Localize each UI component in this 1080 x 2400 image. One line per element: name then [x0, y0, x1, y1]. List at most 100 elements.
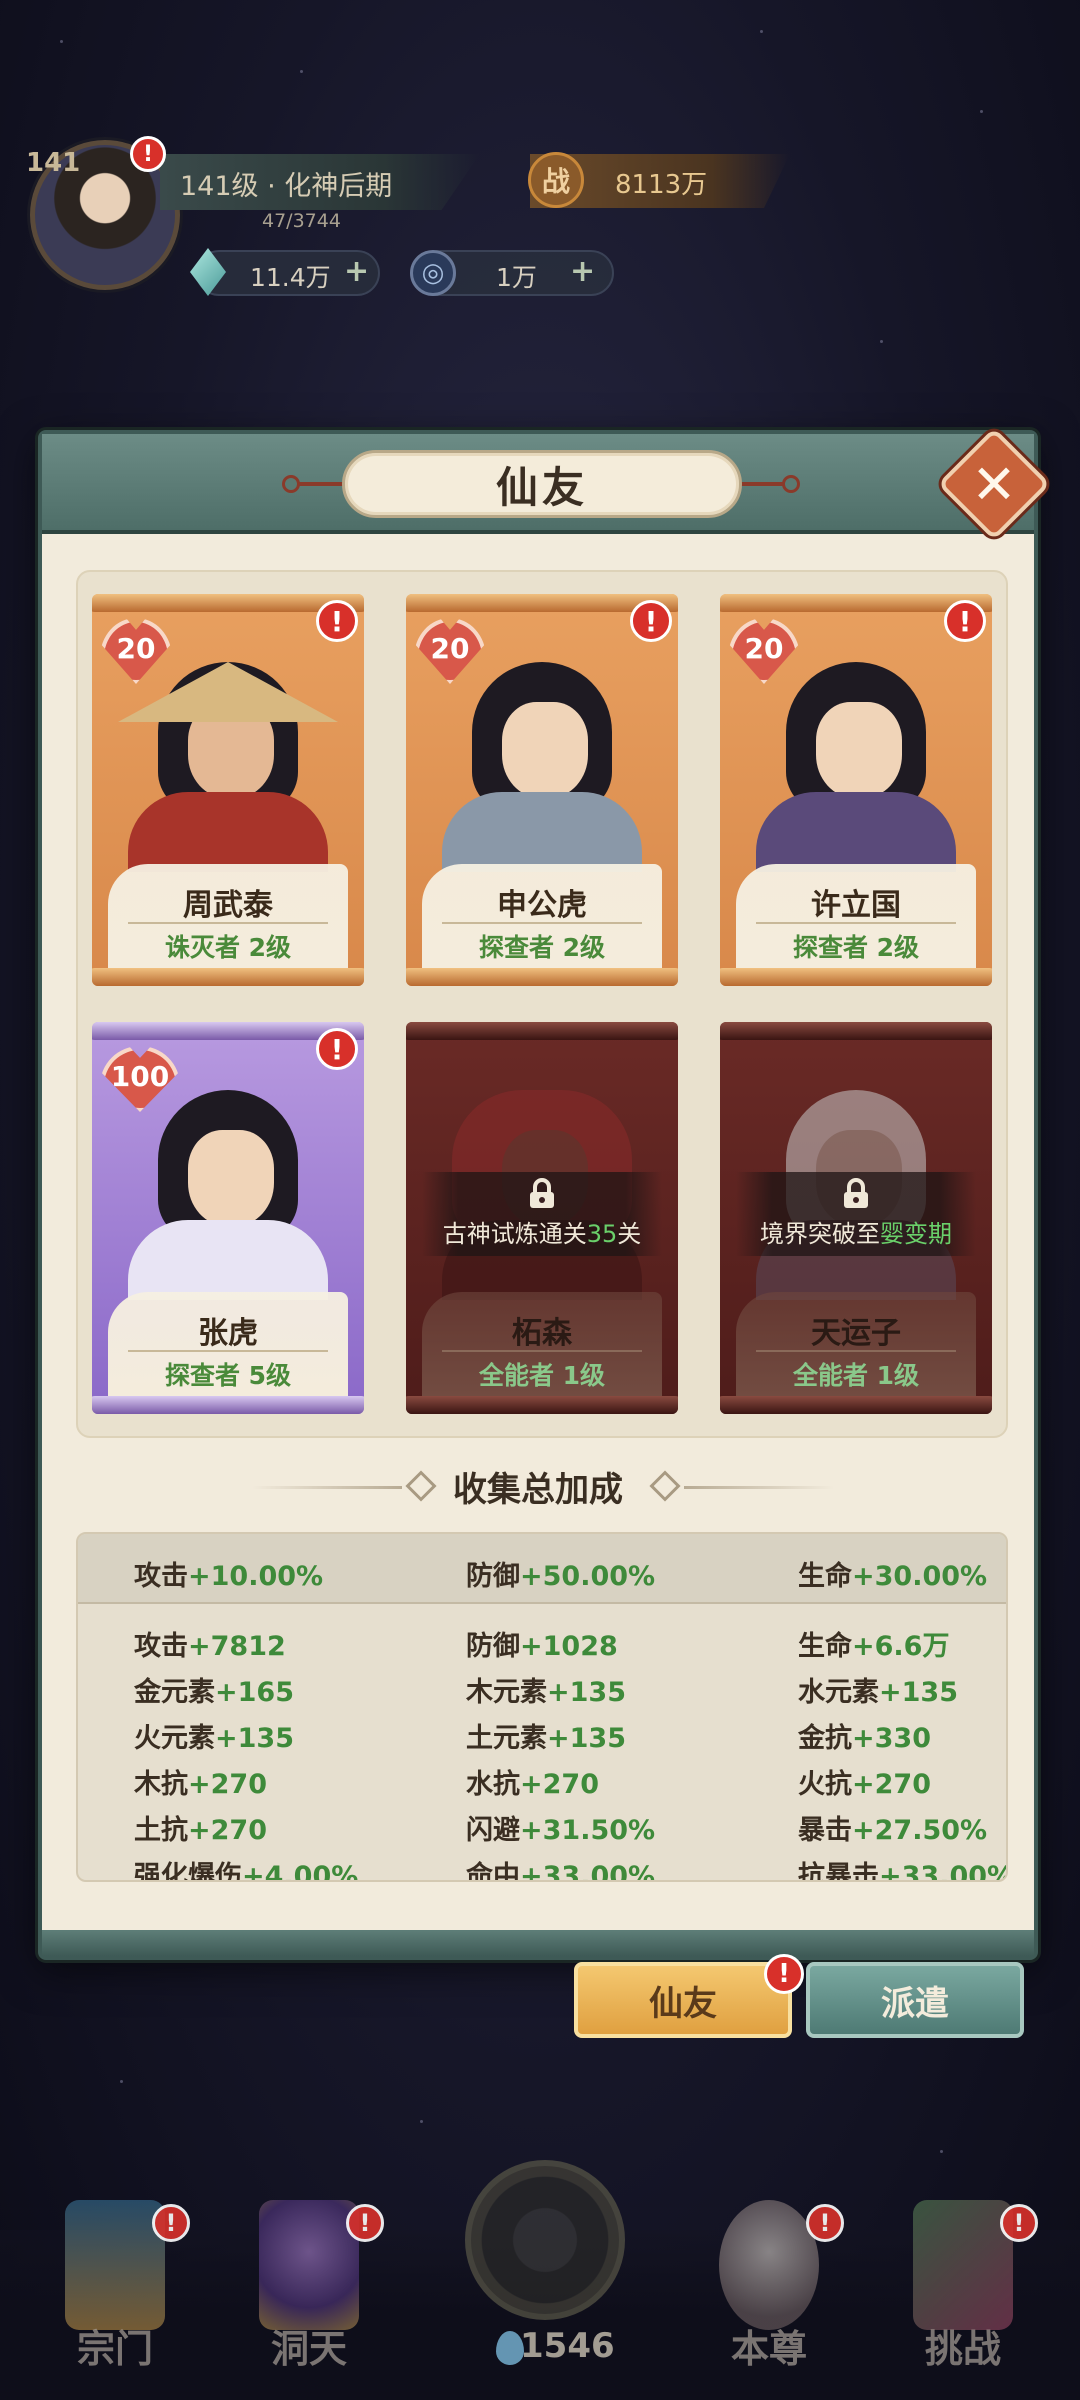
scroll-rod: [720, 1022, 992, 1040]
card-alert-badge: !: [316, 1028, 358, 1070]
gem-add-button[interactable]: +: [344, 254, 369, 289]
decorative-line: [684, 1486, 834, 1489]
companion-name: 张虎: [198, 1316, 258, 1351]
stat-value: +33.00%: [520, 1861, 656, 1882]
stat-value: +30.00%: [852, 1561, 988, 1592]
scroll-rod: [720, 1396, 992, 1414]
bonus-stat: 闪避+31.50%: [466, 1808, 655, 1847]
star: [760, 30, 763, 33]
divider: [128, 922, 328, 924]
nav-item-challenge[interactable]: ! 挑战: [888, 2190, 1038, 2390]
stat-label: 火元素: [134, 1723, 215, 1754]
title-rope-knot-left: [282, 475, 300, 493]
stat-value: +50.00%: [520, 1561, 656, 1592]
companion-name: 申公虎: [497, 888, 587, 923]
card-alert-badge: !: [630, 600, 672, 642]
companion-card[interactable]: 100 ! 张虎 探查者 5级: [92, 1022, 364, 1414]
card-alert-badge: !: [944, 600, 986, 642]
nav-label: 挑战: [924, 2327, 1001, 2371]
stat-label: 强化爆伤: [134, 1861, 242, 1882]
companion-rank: 探查者 2级: [792, 933, 920, 962]
exp-text: 47/3744: [262, 210, 341, 232]
cave-icon: [259, 2200, 359, 2330]
nav-alert-badge: !: [806, 2204, 844, 2242]
affinity-value: 100: [110, 1059, 170, 1093]
stat-value: +27.50%: [852, 1815, 988, 1846]
coin-add-button[interactable]: +: [570, 254, 595, 289]
portrait-robe: [756, 792, 956, 872]
close-icon[interactable]: ✕: [954, 444, 1034, 524]
stat-value: +135: [547, 1723, 626, 1754]
title-scroll: 仙友: [342, 450, 742, 518]
companions-modal: 仙友 ✕ 20 ! 周武泰 诛灭者 2级 20 ! 申公虎 探查者 2级 20 …: [38, 427, 1051, 1960]
name-plate: 柘森 全能者 1级: [422, 1292, 662, 1396]
bonus-section-header: 收集总加成: [42, 1462, 1034, 1512]
nav-center-button[interactable]: [465, 2160, 625, 2320]
bonus-stat: 金抗+330: [798, 1716, 931, 1755]
companion-card-locked[interactable]: 境界突破至婴变期 天运子 全能者 1级: [720, 1022, 992, 1414]
nav-alert-badge: !: [152, 2204, 190, 2242]
companion-rank: 探查者 5级: [164, 1361, 292, 1390]
combat-power-value: 8113万: [615, 170, 708, 200]
bonus-stat: 火抗+270: [798, 1762, 931, 1801]
coin-value: 1万: [496, 263, 537, 292]
stat-label: 水抗: [466, 1769, 520, 1800]
coin-icon: ◎: [410, 250, 456, 296]
lock-icon: [838, 1178, 874, 1210]
companion-card[interactable]: 20 ! 许立国 探查者 2级: [720, 594, 992, 986]
player-bar: 141 ! 141级 · 化神后期 47/3744 战 8113万 11.4万 …: [0, 130, 1080, 300]
star: [980, 110, 983, 113]
unlock-condition-text: 古神试炼通关35关: [422, 1214, 662, 1249]
stat-value: +6.6万: [852, 1631, 950, 1662]
stat-label: 闪避: [466, 1815, 520, 1846]
nav-item-self[interactable]: ! 本尊: [694, 2190, 844, 2390]
tab-dispatch[interactable]: 派遣: [806, 1962, 1024, 2038]
bonus-stat: 抗暴击+33.00%: [798, 1854, 1008, 1882]
bonus-percent-stat: 生命+30.00%: [798, 1554, 987, 1593]
bonus-percent-stat: 攻击+10.00%: [134, 1554, 323, 1593]
stat-label: 水元素: [798, 1677, 879, 1708]
bonus-stats-table[interactable]: 攻击+10.00% 防御+50.00% 生命+30.00% 攻击+7812 防御…: [76, 1532, 1008, 1882]
scroll-rod: [406, 1396, 678, 1414]
unlock-text: 古神试炼通关: [442, 1220, 587, 1248]
tab-alert-badge: !: [764, 1954, 804, 1994]
stat-value: +1028: [520, 1631, 618, 1662]
nav-alert-badge: !: [346, 2204, 384, 2242]
nav-item-sect[interactable]: ! 宗门: [40, 2190, 190, 2390]
portrait-robe: [442, 792, 642, 872]
companion-rank: 全能者 1级: [792, 1361, 920, 1390]
stat-label: 暴击: [798, 1815, 852, 1846]
sect-icon: [65, 2200, 165, 2330]
companion-name: 周武泰: [183, 888, 273, 923]
companion-name: 许立国: [811, 888, 901, 923]
scroll-rod: [406, 1022, 678, 1040]
challenge-icon: [913, 2200, 1013, 2330]
bonus-title: 收集总加成: [453, 1470, 623, 1510]
tab-friends[interactable]: 仙友: [574, 1962, 792, 2038]
companion-card[interactable]: 20 ! 周武泰 诛灭者 2级: [92, 594, 364, 986]
nav-center-value: 1546: [520, 2326, 615, 2366]
unlock-text: 关: [617, 1220, 642, 1248]
portrait-hat: [118, 662, 338, 722]
star: [120, 2080, 123, 2083]
stat-value: +31.50%: [520, 1815, 656, 1846]
portrait-face: [188, 1130, 274, 1226]
bonus-stat: 生命+6.6万: [798, 1624, 949, 1663]
companion-rank: 探查者 2级: [478, 933, 606, 962]
companion-name: 天运子: [811, 1316, 901, 1351]
companion-card[interactable]: 20 ! 申公虎 探查者 2级: [406, 594, 678, 986]
title-rope-knot-right: [782, 475, 800, 493]
portrait-robe: [128, 792, 328, 872]
modal-footer: [42, 1930, 1034, 1956]
name-plate: 张虎 探查者 5级: [108, 1292, 348, 1396]
nav-item-cave[interactable]: ! 洞天: [234, 2190, 384, 2390]
name-plate: 天运子 全能者 1级: [736, 1292, 976, 1396]
companion-card-locked[interactable]: 古神试炼通关35关 柘森 全能者 1级: [406, 1022, 678, 1414]
stat-label: 生命: [798, 1631, 852, 1662]
divider: [756, 1350, 956, 1352]
stat-value: +33.00%: [879, 1861, 1008, 1882]
stat-label: 土元素: [466, 1723, 547, 1754]
companion-rank: 诛灭者 2级: [164, 933, 292, 962]
bonus-percent-row: 攻击+10.00% 防御+50.00% 生命+30.00%: [78, 1534, 1006, 1604]
stat-label: 防御: [466, 1561, 520, 1592]
